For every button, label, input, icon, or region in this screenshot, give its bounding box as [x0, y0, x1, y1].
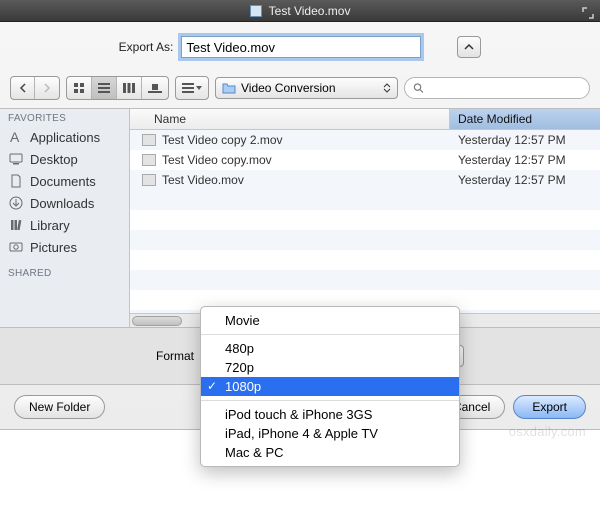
file-header: Name Date Modified	[130, 109, 600, 130]
movie-file-icon	[142, 174, 156, 186]
pictures-icon	[8, 239, 24, 255]
sidebar-favorites-list: A Applications Desktop Documents Downloa…	[0, 126, 129, 258]
sidebar-item-documents[interactable]: Documents	[0, 170, 129, 192]
format-option[interactable]: iPod touch & iPhone 3GS	[201, 405, 459, 424]
location-popup[interactable]: Video Conversion	[215, 77, 398, 99]
export-as-label: Export As:	[119, 40, 174, 54]
format-option[interactable]: ✓ 1080p	[201, 377, 459, 396]
browser-body: FAVORITES A Applications Desktop Documen…	[0, 109, 600, 327]
arrange-segment	[175, 76, 209, 100]
search-field[interactable]	[404, 77, 591, 99]
nav-back-forward	[10, 76, 60, 100]
scroll-thumb[interactable]	[132, 316, 182, 326]
file-name: Test Video copy 2.mov	[162, 133, 283, 147]
format-option-label: iPod touch & iPhone 3GS	[225, 407, 372, 422]
collapse-sheet-button[interactable]	[457, 36, 481, 58]
documents-icon	[8, 173, 24, 189]
file-row[interactable]: Test Video copy.mov Yesterday 12:57 PM	[130, 150, 600, 170]
file-date: Yesterday 12:57 PM	[450, 173, 600, 187]
format-option[interactable]: iPad, iPhone 4 & Apple TV	[201, 424, 459, 443]
sidebar: FAVORITES A Applications Desktop Documen…	[0, 109, 130, 327]
document-icon	[250, 5, 262, 17]
sidebar-item-label: Documents	[30, 174, 96, 189]
sidebar-item-label: Downloads	[30, 196, 94, 211]
titlebar: Test Video.mov	[0, 0, 600, 22]
search-input[interactable]	[427, 80, 581, 96]
downloads-icon	[8, 195, 24, 211]
export-row: Export As:	[0, 22, 600, 72]
file-date: Yesterday 12:57 PM	[450, 133, 600, 147]
location-name: Video Conversion	[241, 81, 336, 95]
sidebar-item-desktop[interactable]: Desktop	[0, 148, 129, 170]
file-panel: Name Date Modified Test Video copy 2.mov…	[130, 109, 600, 327]
format-option[interactable]: Movie	[201, 311, 459, 330]
export-filename-input[interactable]	[181, 36, 421, 58]
desktop-icon	[8, 151, 24, 167]
file-date: Yesterday 12:57 PM	[450, 153, 600, 167]
check-icon: ✓	[207, 379, 217, 393]
view-icons-button[interactable]	[67, 77, 92, 99]
format-option-label: 1080p	[225, 379, 261, 394]
new-folder-button[interactable]: New Folder	[14, 395, 105, 419]
file-row[interactable]: Test Video copy 2.mov Yesterday 12:57 PM	[130, 130, 600, 150]
format-label: Format	[156, 349, 194, 363]
forward-button[interactable]	[35, 77, 59, 99]
export-button[interactable]: Export	[513, 395, 586, 419]
column-date-header[interactable]: Date Modified	[450, 109, 600, 129]
sidebar-favorites-head: FAVORITES	[0, 109, 129, 124]
fullscreen-icon[interactable]	[582, 4, 594, 16]
browser-toolbar: Video Conversion	[0, 72, 600, 109]
updown-icon	[383, 83, 391, 93]
view-columns-button[interactable]	[117, 77, 142, 99]
file-list: Test Video copy 2.mov Yesterday 12:57 PM…	[130, 130, 600, 313]
folder-icon	[222, 82, 236, 94]
movie-file-icon	[142, 134, 156, 146]
format-option-label: Movie	[225, 313, 260, 328]
window-title: Test Video.mov	[269, 4, 351, 18]
sidebar-item-downloads[interactable]: Downloads	[0, 192, 129, 214]
format-option-label: Mac & PC	[225, 445, 284, 460]
movie-file-icon	[142, 154, 156, 166]
format-option-label: 720p	[225, 360, 254, 375]
svg-text:A: A	[10, 129, 20, 145]
sidebar-item-label: Desktop	[30, 152, 78, 167]
sidebar-item-library[interactable]: Library	[0, 214, 129, 236]
sidebar-item-applications[interactable]: A Applications	[0, 126, 129, 148]
format-menu: Movie 480p 720p ✓ 1080p iPod touch & iPhone 3…	[200, 306, 460, 467]
format-option[interactable]: 480p	[201, 339, 459, 358]
sidebar-item-pictures[interactable]: Pictures	[0, 236, 129, 258]
format-option[interactable]: Mac & PC	[201, 443, 459, 462]
sidebar-item-label: Applications	[30, 130, 100, 145]
file-name: Test Video copy.mov	[162, 153, 272, 167]
back-button[interactable]	[11, 77, 35, 99]
sidebar-item-label: Pictures	[30, 240, 77, 255]
sidebar-shared-head: SHARED	[0, 264, 129, 279]
view-mode-segment	[66, 76, 169, 100]
column-name-header[interactable]: Name	[130, 109, 450, 129]
applications-icon: A	[8, 129, 24, 145]
format-option-label: 480p	[225, 341, 254, 356]
file-row[interactable]: Test Video.mov Yesterday 12:57 PM	[130, 170, 600, 190]
library-icon	[8, 217, 24, 233]
sidebar-item-label: Library	[30, 218, 70, 233]
arrange-button[interactable]	[176, 77, 208, 99]
view-coverflow-button[interactable]	[142, 77, 168, 99]
empty-rows	[130, 190, 600, 313]
format-option[interactable]: 720p	[201, 358, 459, 377]
search-icon	[413, 82, 424, 94]
format-option-label: iPad, iPhone 4 & Apple TV	[225, 426, 378, 441]
file-name: Test Video.mov	[162, 173, 244, 187]
view-list-button[interactable]	[92, 77, 117, 99]
